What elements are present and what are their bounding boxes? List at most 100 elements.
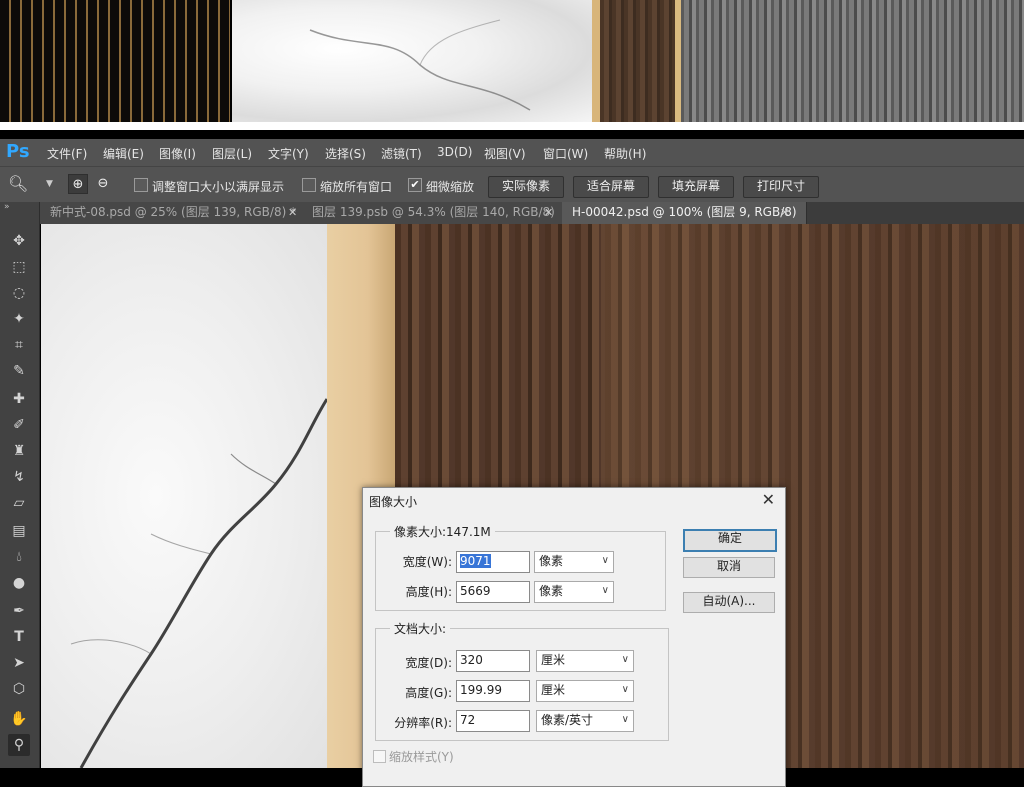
close-icon[interactable]: ✕ [780, 206, 789, 219]
tab-label: 新中式-08.psd @ 25% (图层 139, RGB/8) * [50, 205, 297, 219]
scrubby-zoom-label: 细微缩放 [426, 180, 475, 194]
tab-label: H-00042.psd @ 100% (图层 9, RGB/8) [572, 205, 797, 219]
menu-window[interactable]: 窗口(W) [543, 145, 588, 162]
eyedropper-tool-icon[interactable]: ✎ [8, 360, 30, 382]
close-icon[interactable]: ✕ [762, 490, 775, 509]
preview-marble-vein [309, 19, 531, 111]
lasso-tool-icon[interactable]: ◌ [8, 282, 30, 304]
scale-styles-label: 缩放样式(Y) [389, 750, 454, 764]
path-selection-tool-icon[interactable]: ➤ [8, 652, 30, 674]
options-bar: 🔍︎ ▼ ⊕ ⊖ 调整窗口大小以满屏显示 缩放所有窗口 ✔ 细微缩放 实际像素 … [0, 166, 1024, 202]
eraser-tool-icon[interactable]: ▱ [8, 492, 30, 514]
healing-brush-tool-icon[interactable]: ✚ [8, 388, 30, 410]
menu-layer[interactable]: 图层(L) [212, 145, 252, 162]
doc-width-input[interactable]: 320 [456, 650, 530, 672]
chevron-down-icon: ∨ [601, 555, 609, 566]
resolution-label: 分辨率(R): [394, 716, 452, 730]
pixel-width-unit-select[interactable]: 像素 ∨ [534, 551, 614, 573]
tab-label: 图层 139.psb @ 54.3% (图层 140, RGB/8) [312, 205, 555, 219]
actual-pixels-button[interactable]: 实际像素 [488, 176, 564, 198]
brush-tool-icon[interactable]: ✐ [8, 414, 30, 436]
cancel-button[interactable]: 取消 [683, 557, 775, 578]
zoom-out-icon[interactable]: ⊖ [93, 174, 113, 194]
pen-tool-icon[interactable]: ✒ [8, 600, 30, 622]
tab-document[interactable]: 新中式-08.psd @ 25% (图层 139, RGB/8) * [40, 202, 313, 224]
auto-button[interactable]: 自动(A)... [683, 592, 775, 613]
dialog-title: 图像大小 [369, 495, 418, 509]
preview-wood-texture [600, 0, 675, 122]
photoshop-logo: Ps [6, 141, 30, 162]
resolution-input[interactable]: 72 [456, 710, 530, 732]
document-size-title: 文档大小: [390, 620, 451, 637]
marble-crack [70, 398, 327, 768]
menu-type[interactable]: 文字(Y) [268, 145, 309, 162]
print-size-button[interactable]: 打印尺寸 [743, 176, 819, 198]
menu-edit[interactable]: 编辑(E) [103, 145, 144, 162]
magic-wand-tool-icon[interactable]: ✦ [8, 308, 30, 330]
menu-filter[interactable]: 滤镜(T) [381, 145, 422, 162]
pixel-height-unit-select[interactable]: 像素 ∨ [534, 581, 614, 603]
preview-gold-stripe-texture [0, 0, 230, 122]
doc-height-unit-select[interactable]: 厘米 ∨ [536, 680, 634, 702]
doc-width-unit-select[interactable]: 厘米 ∨ [536, 650, 634, 672]
fill-screen-button[interactable]: 填充屏幕 [658, 176, 734, 198]
menu-view[interactable]: 视图(V) [484, 145, 526, 162]
panel-collapse-icon[interactable]: » [4, 202, 10, 212]
ok-button[interactable]: 确定 [683, 529, 777, 552]
doc-height-label: 高度(G): [405, 686, 452, 700]
fit-screen-button[interactable]: 适合屏幕 [573, 176, 649, 198]
pixel-width-label: 宽度(W): [402, 555, 452, 569]
document-tabs: 新中式-08.psd @ 25% (图层 139, RGB/8) * ✕ 图层 … [40, 202, 1024, 224]
menu-bar: Ps 文件(F) 编辑(E) 图像(I) 图层(L) 文字(Y) 选择(S) 滤… [0, 139, 1024, 166]
preview-separator [0, 122, 1024, 130]
zoom-all-windows-label: 缩放所有窗口 [320, 180, 393, 194]
crop-tool-icon[interactable]: ⌗ [8, 334, 30, 356]
doc-height-input[interactable]: 199.99 [456, 680, 530, 702]
chevron-down-icon: ∨ [621, 684, 629, 695]
chevron-down-icon: ∨ [621, 714, 629, 725]
preview-grey-wood-texture [681, 0, 1024, 122]
close-icon[interactable]: ✕ [288, 206, 297, 219]
menu-select[interactable]: 选择(S) [325, 145, 366, 162]
chevron-down-icon[interactable]: ▼ [46, 179, 53, 189]
resize-windows-checkbox[interactable] [134, 178, 148, 192]
doc-width-label: 宽度(D): [405, 656, 452, 670]
texture-preview-strip [0, 0, 1024, 130]
zoom-tool-preset-icon[interactable]: 🔍︎ [8, 174, 28, 193]
history-brush-tool-icon[interactable]: ↯ [8, 466, 30, 488]
preview-gold-divider [592, 0, 600, 122]
pixel-width-input[interactable]: 9071 [456, 551, 530, 573]
shape-tool-icon[interactable]: ⬡ [8, 678, 30, 700]
pixel-dimensions-group: 像素大小:147.1M 宽度(W): 9071 像素 ∨ 高度(H): 5669 … [375, 523, 666, 611]
tab-document[interactable]: 图层 139.psb @ 54.3% (图层 140, RGB/8) [302, 202, 573, 224]
resolution-unit-select[interactable]: 像素/英寸 ∨ [536, 710, 634, 732]
hand-tool-icon[interactable]: ✋ [8, 708, 30, 730]
tab-document-active[interactable]: H-00042.psd @ 100% (图层 9, RGB/8) [562, 202, 807, 224]
zoom-all-windows-checkbox[interactable] [302, 178, 316, 192]
scrubby-zoom-checkbox[interactable]: ✔ [408, 178, 422, 192]
scale-styles-checkbox[interactable]: 缩放样式(Y) [373, 748, 454, 765]
menu-image[interactable]: 图像(I) [159, 145, 196, 162]
chevron-down-icon: ∨ [621, 654, 629, 665]
gradient-tool-icon[interactable]: ▤ [8, 520, 30, 542]
chevron-down-icon: ∨ [601, 585, 609, 596]
pixel-height-input[interactable]: 5669 [456, 581, 530, 603]
document-size-group: 文档大小: 宽度(D): 320 厘米 ∨ 高度(G): 199.99 厘米 ∨ 分… [375, 620, 669, 741]
clone-stamp-tool-icon[interactable]: ♜ [8, 440, 30, 462]
tools-panel: » ✥ ⬚ ◌ ✦ ⌗ ✎ ✚ ✐ ♜ ↯ ▱ ▤ 💧︎ ● ✒ T ➤ ⬡ ✋… [0, 202, 40, 768]
zoom-in-icon[interactable]: ⊕ [68, 174, 88, 194]
menu-3d[interactable]: 3D(D) [437, 145, 472, 159]
blur-tool-icon[interactable]: 💧︎ [8, 546, 30, 568]
zoom-tool-icon[interactable]: ⚲ [8, 734, 30, 756]
type-tool-icon[interactable]: T [8, 626, 30, 648]
resize-windows-label: 调整窗口大小以满屏显示 [152, 180, 285, 194]
pixel-height-label: 高度(H): [405, 585, 452, 599]
marquee-tool-icon[interactable]: ⬚ [8, 256, 30, 278]
image-size-dialog: 图像大小 ✕ 像素大小:147.1M 宽度(W): 9071 像素 ∨ 高度(H)… [362, 487, 786, 787]
pixel-dimensions-title: 像素大小:147.1M [390, 523, 495, 540]
close-icon[interactable]: ✕ [544, 206, 553, 219]
menu-file[interactable]: 文件(F) [47, 145, 87, 162]
move-tool-icon[interactable]: ✥ [8, 230, 30, 252]
dodge-tool-icon[interactable]: ● [8, 572, 30, 594]
menu-help[interactable]: 帮助(H) [604, 145, 646, 162]
